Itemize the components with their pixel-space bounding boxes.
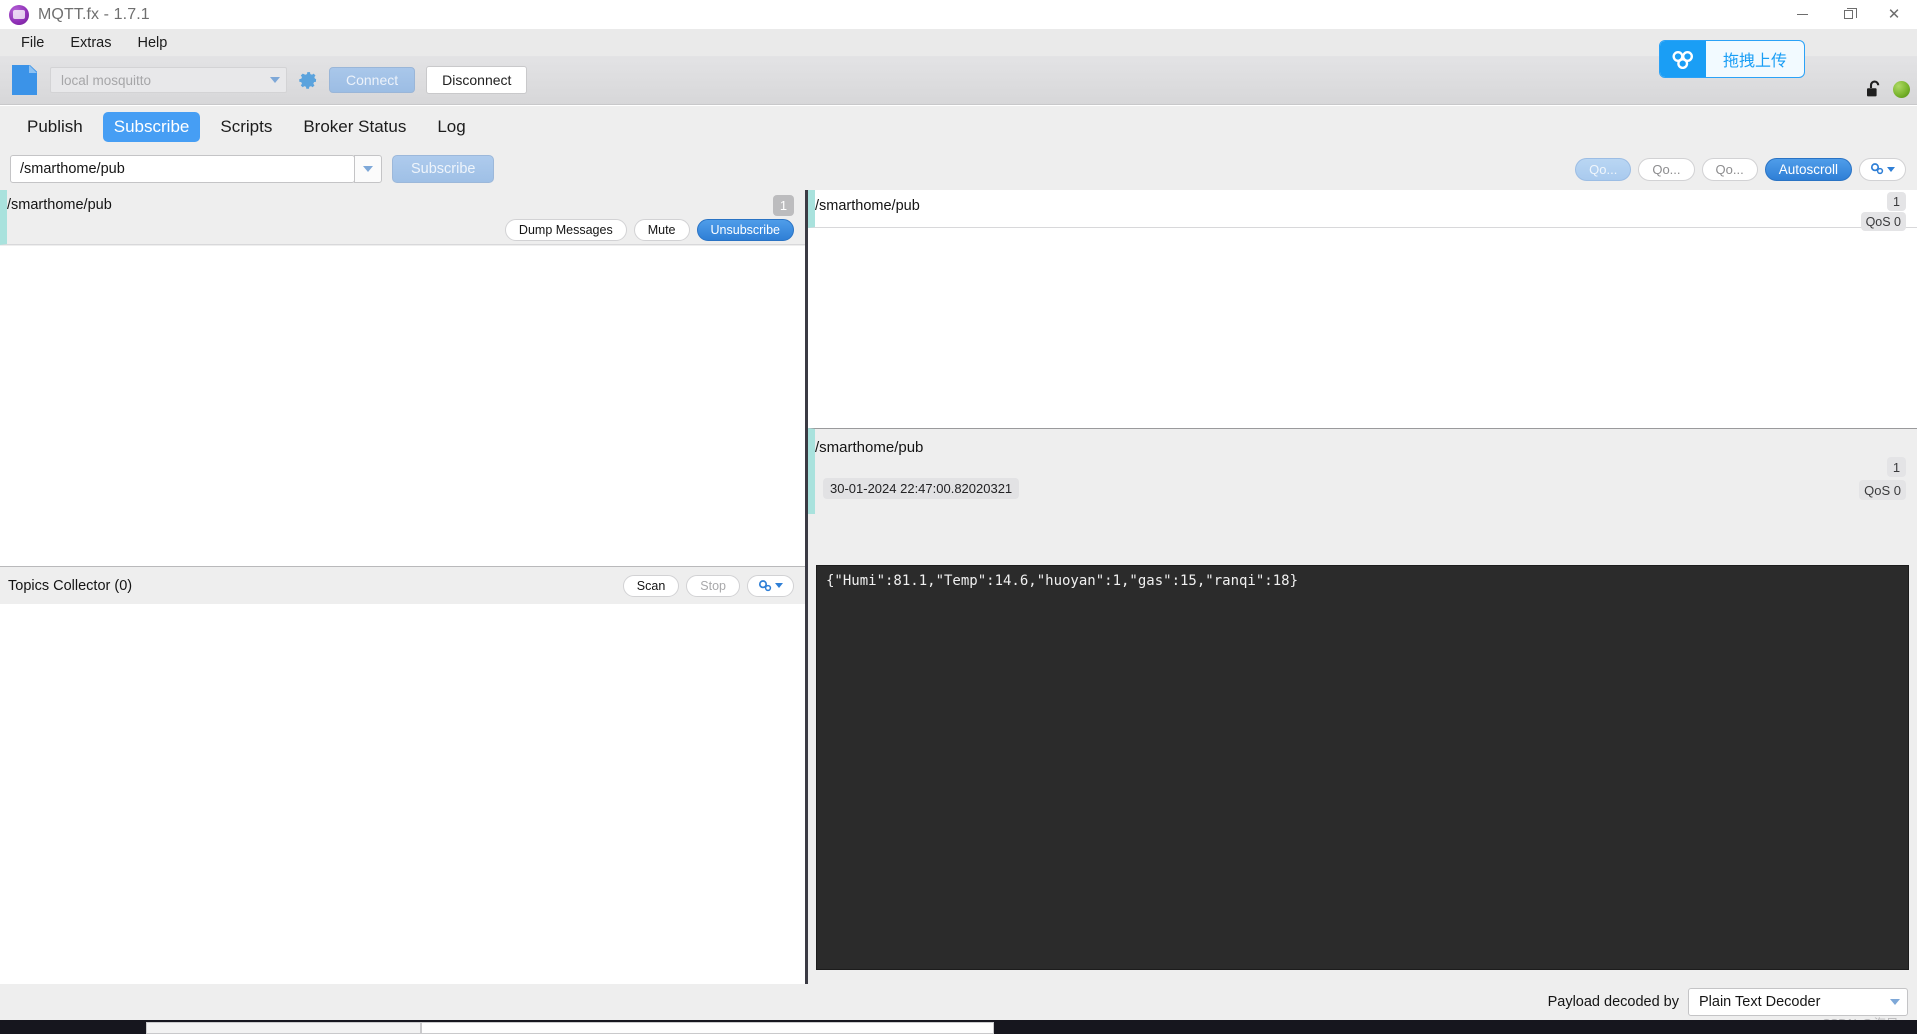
chevron-down-icon [363,166,373,172]
mute-button[interactable]: Mute [633,219,690,241]
message-detail-count-badge: 1 [1887,457,1906,477]
qos-button-1[interactable]: Qo... [1638,157,1695,181]
message-list-empty-area [808,228,1917,428]
upload-widget[interactable]: 拖拽上传 [1659,40,1806,78]
message-topic: /smarthome/pub [815,198,920,214]
subscribe-bar: /smarthome/pub Subscribe Qo... Qo... Qo.… [0,148,1917,190]
unsubscribe-button[interactable]: Unsubscribe [696,219,794,241]
minimize-icon[interactable] [1779,0,1825,29]
message-count-badge: 1 [1887,192,1906,211]
subscription-row[interactable]: /smarthome/pub 1 Dump Messages Mute Unsu… [0,190,805,245]
unlocked-padlock-icon [1867,80,1880,97]
menu-item-file[interactable]: File [11,32,54,54]
file-icon[interactable] [12,65,37,95]
message-detail-topic: /smarthome/pub [815,439,924,456]
subscription-topic: /smarthome/pub [7,197,112,213]
taskbar-window-1[interactable] [146,1022,421,1034]
close-icon[interactable]: ✕ [1871,0,1917,29]
window-controls: ✕ [1779,0,1917,29]
green-status-dot [1893,81,1910,98]
connection-profile-select[interactable]: local mosquitto [50,67,287,93]
scan-button[interactable]: Scan [622,574,680,597]
connect-button[interactable]: Connect [329,67,416,93]
disconnect-button[interactable]: Disconnect [426,66,528,94]
payload-decoder-select[interactable]: Plain Text Decoder [1688,988,1908,1016]
subscribe-bar-options: Qo... Qo... Qo... Autoscroll [1575,157,1906,181]
qos-button-2[interactable]: Qo... [1701,157,1758,181]
message-timestamp: 30-01-2024 22:47:00.82020321 [823,478,1020,499]
connection-status-row [1864,79,1910,100]
main-tabs: Publish Subscribe Scripts Broker Status … [0,106,1917,148]
taskbar-window-2[interactable] [421,1022,994,1034]
payload-viewer[interactable]: {"Humi":81.1,"Temp":14.6,"huoyan":1,"gas… [816,565,1909,970]
payload-decoder-value: Plain Text Decoder [1699,994,1821,1010]
list-item[interactable]: /smarthome/pub 1 QoS 0 [808,190,1917,231]
payload-text: {"Humi":81.1,"Temp":14.6,"huoyan":1,"gas… [826,573,1299,589]
topics-collector-bar: Topics Collector (0) Scan Stop [0,566,805,604]
autoscroll-button[interactable]: Autoscroll [1764,157,1852,181]
tab-log[interactable]: Log [426,112,476,142]
title-bar: MQTT.fx - 1.7.1 ✕ [0,0,1917,29]
topics-collector-list [0,604,805,1016]
chevron-down-icon [270,77,280,83]
mqtt-fx-logo-icon [9,4,29,25]
topics-collector-title: Topics Collector (0) [8,577,133,594]
cloud-upload-icon [1660,41,1706,77]
gear-icon[interactable] [298,70,319,91]
connection-profile-value: local mosquitto [61,72,152,88]
tab-scripts[interactable]: Scripts [209,112,283,142]
chevron-down-icon [1890,999,1900,1005]
qos-button-0[interactable]: Qo... [1575,157,1632,181]
gear-dropdown-icon[interactable] [1859,157,1906,181]
subscription-count-badge: 1 [773,195,794,216]
upload-label: 拖拽上传 [1723,51,1788,70]
gear-dropdown-icon[interactable] [747,574,794,597]
message-qos-badge: QoS 0 [1860,212,1906,231]
topic-history-dropdown[interactable] [354,155,382,183]
subscriptions-panel: /smarthome/pub 1 Dump Messages Mute Unsu… [0,190,805,1016]
subscription-actions: Dump Messages Mute Unsubscribe [504,219,794,241]
topics-collector-actions: Scan Stop [622,574,794,597]
menu-item-extras[interactable]: Extras [60,32,121,54]
tab-broker-status[interactable]: Broker Status [292,112,417,142]
footer-bar: Payload decoded by Plain Text Decoder [0,984,1917,1020]
subscribe-button[interactable]: Subscribe [392,155,495,183]
connection-toolbar: local mosquitto Connect Disconnect [0,56,1917,105]
menu-bar: File Extras Help [0,29,1917,56]
tab-subscribe[interactable]: Subscribe [102,112,201,142]
message-detail-qos-badge: QoS 0 [1859,480,1906,500]
payload-decoder-label: Payload decoded by [1547,994,1679,1010]
mqttfx-window: MQTT.fx - 1.7.1 ✕ File Extras Help local… [0,0,1917,1034]
dump-messages-button[interactable]: Dump Messages [504,219,627,241]
tab-publish[interactable]: Publish [16,112,94,142]
topic-input[interactable]: /smarthome/pub [10,155,355,183]
restore-icon[interactable] [1825,0,1871,29]
menu-item-help[interactable]: Help [127,32,177,54]
subscription-detail-area [0,246,805,566]
stop-button[interactable]: Stop [686,574,740,597]
window-title: MQTT.fx - 1.7.1 [38,5,150,23]
message-detail-header: /smarthome/pub 1 QoS 0 30-01-2024 22:47:… [808,428,1917,514]
